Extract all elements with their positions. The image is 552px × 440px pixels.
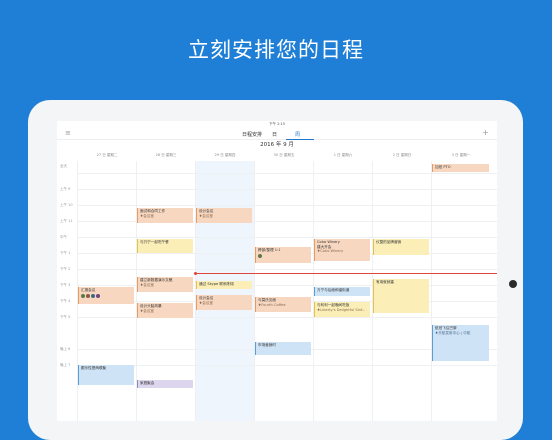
menu-icon[interactable]: ≡ <box>65 130 71 137</box>
attendee-avatars <box>81 293 132 298</box>
day-header[interactable]: 29 日 星期四 <box>195 153 255 158</box>
event-title: 通过 Skype 联系陈栩 <box>199 282 234 286</box>
hour-label: 下午 5 <box>60 315 71 319</box>
event-title: 与万宁一起吃午餐 <box>140 240 169 244</box>
view-tabs: 日程安排 日 周 <box>242 131 300 138</box>
event-card[interactable]: 建立新数据演示文稿 ♦会议室 <box>137 277 193 292</box>
event-location: ♦Coho Winery <box>317 249 344 253</box>
current-time-line <box>195 273 497 274</box>
event-card[interactable]: 航班飞往巴黎 ♦天航发射中心 | 中航 <box>432 325 489 361</box>
event-card[interactable]: 仪整的品牌营销 <box>373 239 429 255</box>
event-card[interactable]: 设计会议 ♦会议室 <box>196 295 252 310</box>
event-card[interactable]: 通过 Skype 联系陈栩 <box>196 281 252 289</box>
event-location: ♦Liberty's Delightful Sinf... <box>317 307 366 312</box>
event-card[interactable]: 汇报会议 <box>78 287 134 304</box>
day-header[interactable]: 2 日 星期日 <box>372 153 432 158</box>
hour-label: 上午 11 <box>60 219 73 223</box>
event-location: ♦会议室 <box>199 213 214 218</box>
active-tab-indicator <box>286 139 314 140</box>
event-card[interactable]: 有用就就塞 <box>373 279 429 313</box>
event-card[interactable]: 设计头脑风暴 ♦会议室 <box>137 303 193 318</box>
calendar-screen: 下午 2:15 ≡ 日程安排 日 周 + 2016 年 9 月 27 日 星期二… <box>57 121 497 421</box>
event-card[interactable]: 家庭聚会 <box>137 380 193 388</box>
month-title[interactable]: 2016 年 9 月 <box>57 139 497 151</box>
plus-icon[interactable]: + <box>482 129 489 137</box>
avatar <box>258 253 262 258</box>
day-header[interactable]: 30 日 星期五 <box>254 153 314 158</box>
current-time-dot <box>194 272 197 275</box>
event-card[interactable]: 万宁与后面和谐街道 <box>314 287 370 296</box>
event-card[interactable]: 跨部/整理 1:1 <box>255 247 311 263</box>
event-location: ♦Fourth Coffee <box>258 302 286 307</box>
tab-day[interactable]: 日 <box>272 131 277 138</box>
hour-label: 晚上 6 <box>60 347 71 351</box>
event-title: 家庭聚会 <box>140 381 155 385</box>
promo-headline: 立刻安排您的日程 <box>188 38 364 62</box>
avatar <box>96 293 100 298</box>
day-header-row: 27 日 星期二 28 日 星期三 29 日 星期四 30 日 星期五 1 日 … <box>57 151 497 161</box>
event-title: 跟乐性是两联聚 <box>81 366 107 370</box>
hour-label: 下午 2 <box>60 267 71 271</box>
event-card[interactable]: 设计会议 ♦会议室 <box>196 208 252 223</box>
status-bar-time: 下午 2:15 <box>269 122 285 126</box>
event-card[interactable]: 市场营销时 <box>255 342 311 355</box>
avatar <box>91 293 95 298</box>
event-location: ♦会议室 <box>140 213 155 218</box>
event-location: ♦会议室 <box>140 308 155 313</box>
event-location: ♦天航发射中心 | 中航 <box>435 330 471 335</box>
day-header[interactable]: 28 日 星期三 <box>136 153 196 158</box>
day-header[interactable]: 3 日 星期一 <box>431 153 491 158</box>
avatar <box>81 293 85 298</box>
event-card[interactable]: Coho Winery 建大开会 ♦Coho Winery <box>314 239 370 261</box>
week-grid[interactable]: 全天 上午 9 上午 10 上午 11 中午 下午 1 下午 2 下午 3 下午… <box>57 161 497 421</box>
event-title: 万宁与后面和谐街道 <box>317 288 350 292</box>
event-title: 汇报会议 <box>81 288 96 292</box>
event-card[interactable]: 与莫氏见面 ♦Fourth Coffee <box>255 297 311 312</box>
hour-label: 上午 9 <box>60 187 71 191</box>
home-button <box>509 280 517 288</box>
today-column <box>195 161 254 421</box>
event-card[interactable]: 面试和合同工作 ♦会议室 <box>137 208 193 223</box>
hour-label: 下午 1 <box>60 251 71 255</box>
event-location: ♦会议室 <box>140 282 155 287</box>
event-card[interactable]: 与利利一起晚间吃饭 ♦Liberty's Delightful Sinf... <box>314 302 370 317</box>
day-header[interactable]: 27 日 星期二 <box>77 153 137 158</box>
hour-label: 晚上 7 <box>60 363 71 367</box>
tab-agenda[interactable]: 日程安排 <box>242 131 262 138</box>
event-title: 有用就就塞 <box>376 280 394 284</box>
day-header[interactable]: 1 日 星期六 <box>313 153 373 158</box>
attendee-avatars <box>258 253 309 258</box>
event-title: 市场营销时 <box>258 343 276 347</box>
event-card[interactable]: 跟乐性是两联聚 <box>78 365 134 385</box>
avatar <box>86 293 90 298</box>
event-title: 跨部/整理 1:1 <box>258 248 281 252</box>
event-card[interactable]: 与万宁一起吃午餐 <box>137 239 193 253</box>
calendar-toolbar: ≡ 日程安排 日 周 + <box>57 128 497 140</box>
hour-label: 上午 10 <box>60 203 73 207</box>
hour-label: 中午 <box>60 235 67 239</box>
hour-label: 下午 4 <box>60 299 71 303</box>
allday-label: 全天 <box>60 164 67 168</box>
event-location: ♦会议室 <box>199 300 214 305</box>
event-title: 仪整的品牌营销 <box>376 240 402 244</box>
event-title: 加班 PTO <box>435 165 451 169</box>
event-card[interactable]: 加班 PTO <box>432 164 489 172</box>
tab-week[interactable]: 周 <box>295 131 300 138</box>
hour-label: 下午 3 <box>60 283 71 287</box>
